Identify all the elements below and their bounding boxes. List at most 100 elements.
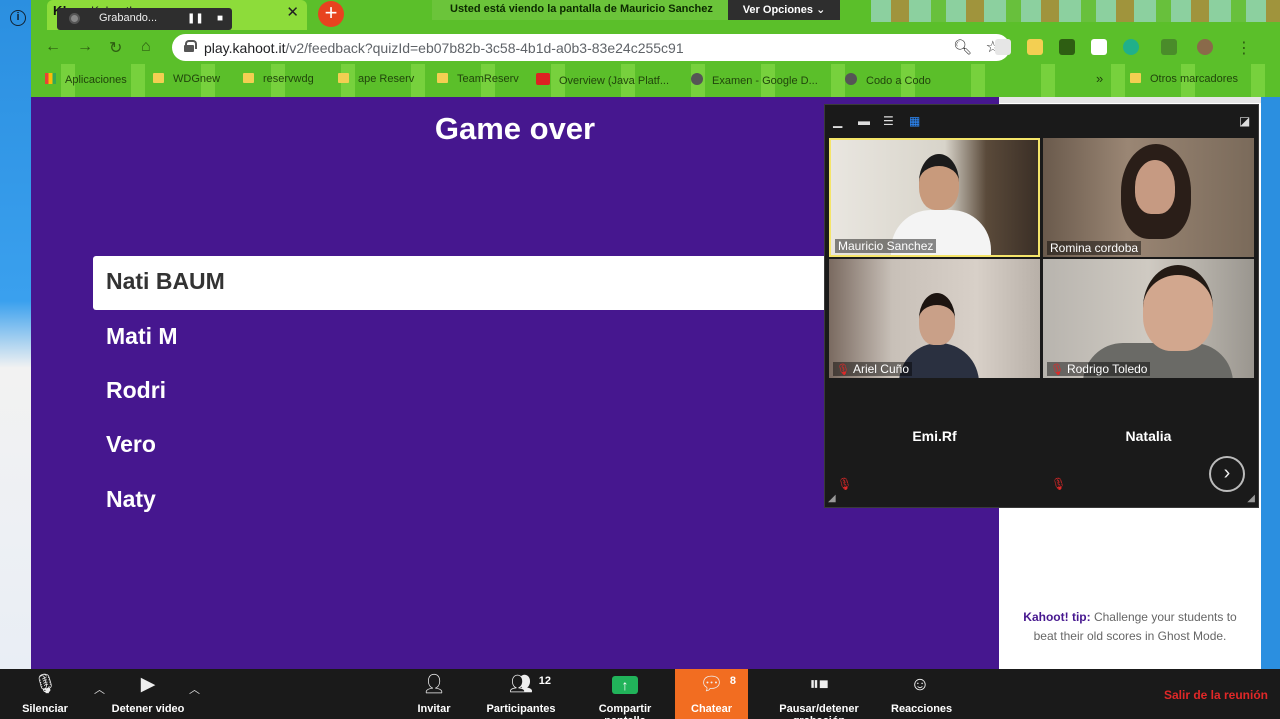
participant-name: Rodrigo Toledo (1066, 362, 1148, 376)
profile-avatar[interactable] (1197, 39, 1213, 55)
desktop-background: i (0, 0, 31, 669)
folder-icon (153, 73, 164, 83)
more-menu-icon[interactable]: ⋮ (1236, 38, 1252, 58)
video-tile-emi[interactable]: Emi.Rf 🎙︎ (829, 380, 1040, 499)
video-tile-rodrigo[interactable]: 🎙︎ Rodrigo Toledo (1043, 259, 1254, 378)
player-rank-1: Nati BAUM (93, 256, 853, 310)
recording-dot-icon (69, 13, 80, 24)
muted-mic-icon: 🎙︎ (836, 364, 850, 376)
exit-minimized-icon[interactable]: ◪ (1239, 114, 1250, 128)
zoom-icon[interactable]: 🔍︎ (953, 38, 972, 56)
add-reaction-icon: ☺︎ (910, 674, 930, 695)
chat-count-badge: 8 (729, 675, 736, 687)
add-user-icon: 👤︎ (421, 674, 447, 695)
participant-name-label: 🎙︎ Rodrigo Toledo (1047, 362, 1151, 376)
extension-folder-icon[interactable] (1027, 39, 1043, 55)
extension-menu-icon[interactable] (1161, 39, 1177, 55)
address-bar[interactable]: play.kahoot.it/v2/feedback?quizId=eb07b8… (172, 34, 1010, 61)
theme-decoration (871, 0, 1280, 22)
video-camera-icon: ▶︎ (140, 674, 156, 695)
extension-green-icon[interactable] (1059, 39, 1075, 55)
hide-video-icon[interactable]: ▬ (858, 114, 870, 128)
participant-face (1143, 265, 1213, 351)
minimize-icon[interactable]: ▁ (833, 114, 842, 128)
new-tab-button[interactable]: + (318, 1, 344, 27)
chat-button[interactable]: 💬︎ Chatear 8 (675, 673, 748, 715)
home-icon[interactable]: ⌂ (141, 38, 151, 56)
info-icon[interactable]: i (10, 10, 26, 26)
url-text[interactable]: play.kahoot.it/v2/feedback?quizId=eb07b8… (204, 40, 684, 56)
video-tile-ariel[interactable]: 🎙︎ Ariel Cuño (829, 259, 1040, 378)
bookmark-reservwdg[interactable]: reservwdg (243, 73, 314, 85)
close-tab-icon[interactable]: ✕ (286, 3, 299, 21)
share-banner-message: Usted está viendo la pantalla de Maurici… (450, 3, 713, 15)
muted-mic-icon: 🎙︎ (1050, 364, 1064, 376)
more-bookmarks-icon[interactable]: » (1096, 71, 1103, 86)
participant-name: Natalia (1125, 428, 1172, 444)
zoom-gallery-window[interactable]: ▁ ▬ ☰ ▦ ◪ Mauricio Sanchez Romina cordob… (824, 104, 1259, 508)
bookmark-codo-a-codo[interactable]: Codo a Codo (845, 73, 931, 87)
resize-handle-icon[interactable]: ◢ (1247, 493, 1255, 504)
participants-button[interactable]: 👥︎ Participantes 12 (485, 673, 557, 715)
lock-icon (184, 40, 197, 52)
bookmark-otros[interactable]: Otros marcadores (1130, 73, 1238, 85)
participant-name-label: 🎙︎ Ariel Cuño (833, 362, 912, 376)
pause-stop-recording-button[interactable]: ⏸⏹ Pausar/detener grabación (752, 673, 886, 719)
extension-sync-icon[interactable] (1123, 39, 1139, 55)
bookmark-overview-java[interactable]: Overview (Java Platf... (536, 73, 669, 87)
browser-toolbar: ← → ↻ ⌂ play.kahoot.it/v2/feedback?quizI… (31, 30, 1280, 64)
folder-icon (338, 73, 349, 83)
bookmark-wdgnew[interactable]: WDGnew (153, 73, 220, 85)
participant-name: Mauricio Sanchez (835, 239, 937, 253)
participant-name: Ariel Cuño (852, 362, 909, 376)
microphone-icon: 🎙︎ (32, 674, 58, 695)
bookmark-ape-reserv[interactable]: ape Reserv (338, 73, 414, 85)
muted-mic-icon: 🎙︎ (1051, 477, 1067, 491)
chat-bubble-icon: 💬︎ (699, 674, 724, 695)
player-rank-3: Rodri (106, 377, 167, 403)
tip-label: Kahoot! tip: (1023, 610, 1091, 624)
view-options-button[interactable]: Ver Opciones ⌄ (728, 0, 840, 20)
video-tile-romina[interactable]: Romina cordoba (1043, 138, 1254, 257)
extension-r-icon[interactable] (1091, 39, 1107, 55)
player-rank-4: Vero (106, 431, 156, 457)
extension-cube-icon[interactable] (995, 39, 1011, 55)
gallery-view-icon[interactable]: ▦ (909, 114, 920, 128)
participants-count-badge: 12 (538, 675, 551, 687)
forward-icon[interactable]: → (77, 38, 93, 56)
resize-handle-icon[interactable]: ◢ (828, 493, 836, 504)
bookmarks-bar: Aplicaciones WDGnew reservwdg ape Reserv… (31, 64, 1280, 97)
desktop-background-right (1261, 97, 1280, 669)
reload-icon[interactable]: ↻ (109, 38, 122, 58)
bookmark-teamreserv[interactable]: TeamReserv (437, 73, 519, 85)
share-screen-icon: ↑ (612, 676, 638, 694)
participant-face (919, 293, 955, 345)
screen-share-banner: Usted está viendo la pantalla de Maurici… (432, 0, 840, 20)
back-icon[interactable]: ← (45, 38, 61, 56)
video-tile-mauricio[interactable]: Mauricio Sanchez (829, 138, 1040, 257)
stop-video-button[interactable]: ▶︎ Detener video (108, 673, 188, 715)
gallery-toolbar: ▁ ▬ ☰ ▦ ◪ (825, 105, 1258, 135)
globe-icon (691, 73, 703, 85)
video-options-chevron-icon[interactable]: ︿ (189, 681, 200, 697)
invite-button[interactable]: 👤︎ Invitar (411, 673, 457, 715)
pause-recording-button[interactable]: ❚❚ (187, 11, 204, 27)
bookmark-examen[interactable]: Examen - Google D... (691, 73, 818, 87)
audio-options-chevron-icon[interactable]: ︿ (94, 681, 105, 697)
oracle-icon (536, 73, 550, 85)
participant-name: Emi.Rf (912, 428, 957, 444)
bookmark-apps[interactable]: Aplicaciones (45, 73, 127, 86)
recording-indicator: Grabando... ❚❚ ■ (57, 8, 232, 30)
next-page-button[interactable]: › (1209, 456, 1245, 492)
mute-button[interactable]: 🎙︎ Silenciar (14, 673, 76, 715)
share-screen-button[interactable]: ↑ Compartir pantalla (578, 673, 672, 719)
leave-meeting-button[interactable]: Salir de la reunión (1164, 688, 1268, 702)
muted-mic-icon: 🎙︎ (837, 477, 853, 491)
stop-recording-button[interactable]: ■ (212, 11, 228, 27)
kahoot-tip: Kahoot! tip: Challenge your students to … (1017, 608, 1243, 646)
pause-stop-icon: ⏸⏹ (809, 674, 829, 695)
speaker-view-icon[interactable]: ☰ (883, 114, 894, 128)
folder-icon (243, 73, 254, 83)
recording-label: Grabando... (99, 12, 158, 24)
reactions-button[interactable]: ☺︎ Reacciones (891, 673, 952, 715)
